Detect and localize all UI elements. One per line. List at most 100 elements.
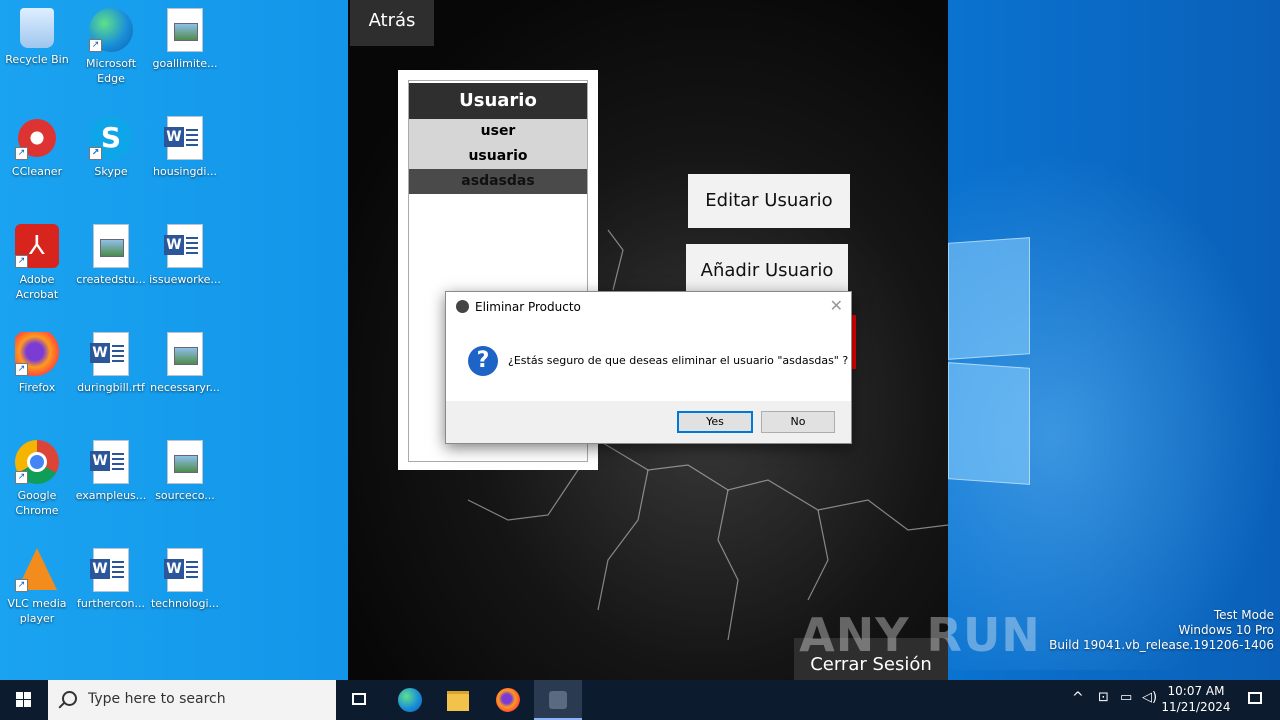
chevron-up-icon[interactable]: ^: [1072, 690, 1084, 706]
no-button[interactable]: No: [761, 411, 835, 433]
desktop-icon-file[interactable]: necessaryr...: [148, 332, 222, 395]
desktop-icon-label: sourceco...: [155, 489, 215, 502]
yes-button[interactable]: Yes: [677, 411, 753, 433]
desktop-icon-file[interactable]: createdstu...: [74, 224, 148, 287]
notifications-button[interactable]: [1232, 680, 1280, 720]
confirm-delete-dialog: Eliminar Producto ✕ ? ¿Estás seguro de q…: [445, 291, 852, 444]
add-user-button[interactable]: Añadir Usuario: [686, 244, 848, 298]
shortcut-arrow-icon: ↗: [15, 579, 28, 592]
network-icon[interactable]: ⊡: [1098, 690, 1109, 705]
image-file-icon: [167, 8, 203, 52]
desktop-icon-acrobat[interactable]: ⅄ ↗ Adobe Acrobat: [0, 224, 74, 302]
desktop-icon-file[interactable]: sourceco...: [148, 440, 222, 503]
clock-date: 11/21/2024: [1161, 700, 1231, 714]
shortcut-arrow-icon: ↗: [15, 147, 28, 160]
word-document-icon: W: [90, 332, 129, 376]
desktop-icon-label: duringbill.rtf: [77, 381, 145, 394]
desktop-icon-label: Recycle Bin: [5, 53, 69, 66]
edit-user-button[interactable]: Editar Usuario: [688, 174, 850, 228]
desktop-icon-label: Microsoft Edge: [85, 57, 137, 85]
word-document-icon: W: [90, 548, 129, 592]
desktop-icon-label: technologi...: [150, 597, 220, 610]
taskbar-search[interactable]: Type here to search: [48, 680, 336, 720]
desktop-icon-file[interactable]: W duringbill.rtf: [74, 332, 148, 395]
task-view-icon: [352, 693, 366, 705]
dialog-title: Eliminar Producto: [475, 300, 581, 314]
notification-icon: [1248, 692, 1262, 704]
edge-icon: ↗: [89, 8, 133, 52]
taskbar: Type here to search ^ ⊡ ▭ ◁) 10:07 AM 11…: [0, 680, 1280, 720]
desktop-icon-file[interactable]: goallimite...: [148, 8, 222, 71]
image-file-icon: [167, 332, 203, 376]
back-button[interactable]: Atrás: [350, 0, 434, 46]
desktop-icon-label: Adobe Acrobat: [15, 273, 59, 301]
volume-icon[interactable]: ◁): [1142, 690, 1157, 705]
shortcut-arrow-icon: ↗: [15, 255, 28, 268]
watermark-test-mode: Test Mode: [1213, 608, 1274, 622]
acrobat-icon: ⅄ ↗: [15, 224, 59, 268]
watermark-build: Build 19041.vb_release.191206-1406: [1049, 638, 1274, 652]
app-icon: [549, 691, 567, 709]
desktop-icon-edge[interactable]: ↗ Microsoft Edge: [74, 8, 148, 86]
desktop-icon-vlc[interactable]: ↗ VLC media player: [0, 548, 74, 626]
shortcut-arrow-icon: ↗: [89, 147, 102, 160]
desktop-icon-file[interactable]: W furthercon...: [74, 548, 148, 611]
desktop-icon-label: VLC media player: [7, 597, 67, 625]
edge-icon: [398, 688, 422, 712]
anyrun-logo: ANY RUN: [799, 608, 1041, 662]
user-row[interactable]: usuario: [409, 144, 587, 169]
desktop-icon-file[interactable]: W exampleus...: [74, 440, 148, 503]
recycle-bin-icon: [20, 8, 54, 48]
desktop-icon-firefox[interactable]: ↗ Firefox: [0, 332, 74, 395]
dialog-message: ¿Estás seguro de que deseas eliminar el …: [508, 354, 849, 367]
user-row-selected[interactable]: asdasdas: [409, 169, 587, 194]
windows-logo-wallpaper: [948, 237, 1030, 485]
word-document-icon: W: [164, 548, 203, 592]
start-button[interactable]: [0, 680, 48, 720]
taskbar-clock[interactable]: 10:07 AM 11/21/2024: [1160, 683, 1232, 715]
desktop-icon-recycle-bin[interactable]: Recycle Bin: [0, 8, 74, 67]
desktop-icon-label: housingdi...: [153, 165, 217, 178]
vlc-icon: ↗: [15, 548, 59, 592]
close-icon[interactable]: ✕: [830, 296, 843, 315]
anyrun-watermark: ANY RUN Test Mode Windows 10 Pro Build 1…: [799, 608, 1274, 662]
search-placeholder: Type here to search: [88, 691, 226, 707]
folder-icon: [447, 691, 469, 711]
desktop-icon-label: furthercon...: [77, 597, 145, 610]
question-icon: ?: [468, 346, 498, 376]
ccleaner-icon: ↗: [15, 116, 59, 160]
desktop-icon-label: Firefox: [18, 381, 56, 394]
chrome-icon: ↗: [15, 440, 59, 484]
shortcut-arrow-icon: ↗: [89, 39, 102, 52]
desktop-icon-label: issueworke...: [149, 273, 221, 286]
desktop-icon-skype[interactable]: S ↗ Skype: [74, 116, 148, 179]
shortcut-arrow-icon: ↗: [15, 363, 28, 376]
shortcut-arrow-icon: ↗: [15, 471, 28, 484]
task-view-button[interactable]: [336, 680, 384, 720]
desktop-icon-file[interactable]: W issueworke...: [148, 224, 222, 287]
watermark-os: Windows 10 Pro: [1178, 623, 1274, 637]
system-tray: ^ ⊡ ▭ ◁): [1070, 680, 1160, 720]
taskbar-firefox[interactable]: [484, 680, 532, 720]
desktop-icon-label: Skype: [94, 165, 128, 178]
taskbar-running-app[interactable]: [534, 680, 582, 720]
desktop-icon-label: necessaryr...: [150, 381, 220, 394]
skype-icon: S ↗: [89, 116, 133, 160]
user-row[interactable]: user: [409, 119, 587, 144]
firefox-icon: [496, 688, 520, 712]
image-file-icon: [167, 440, 203, 484]
desktop-icon-label: CCleaner: [11, 165, 63, 178]
desktop-icon-ccleaner[interactable]: ↗ CCleaner: [0, 116, 74, 179]
firefox-icon: ↗: [15, 332, 59, 376]
taskbar-edge[interactable]: [386, 680, 434, 720]
taskbar-file-explorer[interactable]: [434, 680, 482, 720]
ethernet-icon[interactable]: ▭: [1120, 690, 1132, 705]
desktop-icon-chrome[interactable]: ↗ Google Chrome: [0, 440, 74, 518]
desktop-icon-file[interactable]: W technologi...: [148, 548, 222, 611]
word-document-icon: W: [90, 440, 129, 484]
desktop-icon-file[interactable]: W housingdi...: [148, 116, 222, 179]
app-icon: [456, 300, 469, 313]
word-document-icon: W: [164, 224, 203, 268]
desktop-icon-label: createdstu...: [76, 273, 146, 286]
desktop-icon-label: goallimite...: [152, 57, 218, 70]
